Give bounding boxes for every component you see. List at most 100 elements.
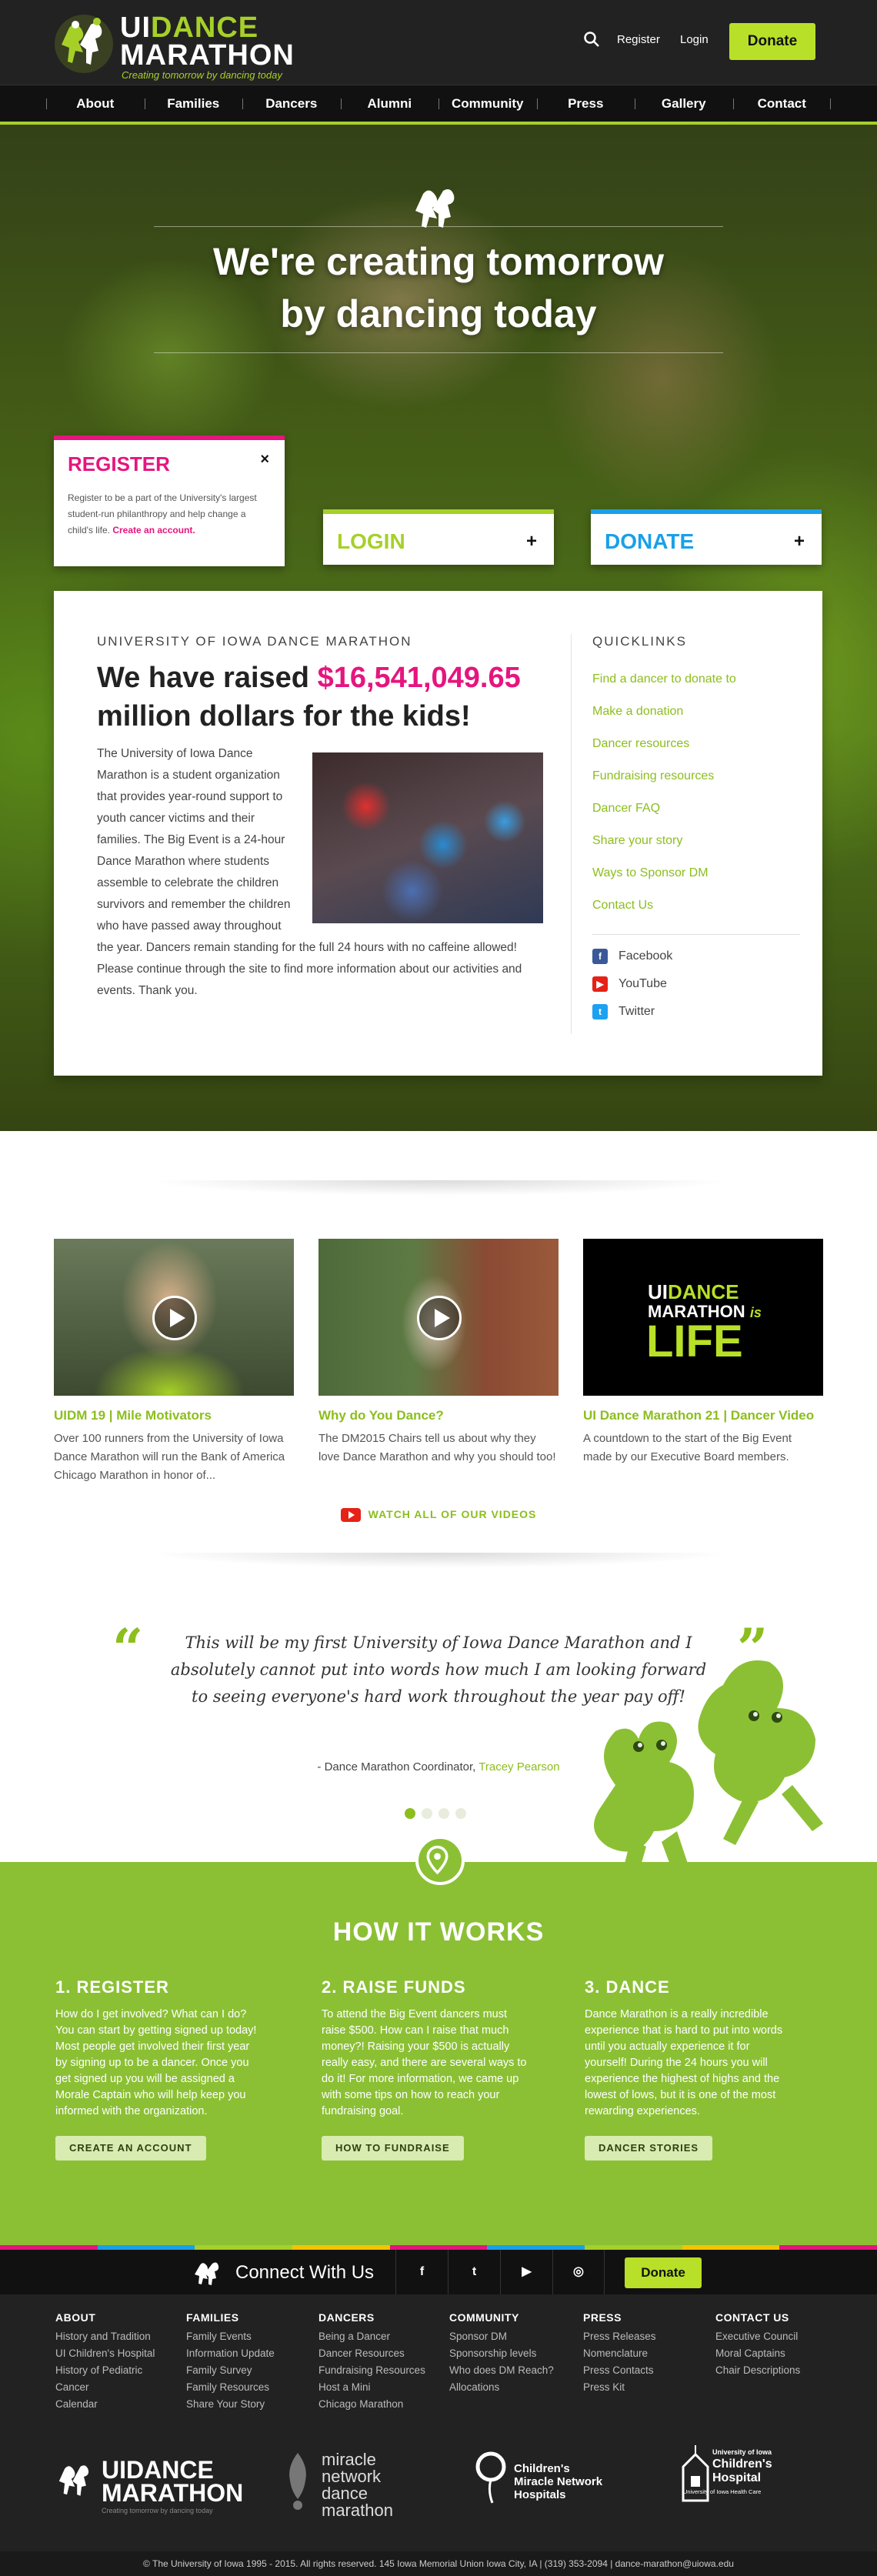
quicklink-contact-us[interactable]: Contact Us (592, 889, 800, 922)
nav-contact[interactable]: Contact (732, 96, 832, 112)
footer-link[interactable]: UI Children's Hospital (55, 2345, 178, 2362)
footer-link[interactable]: Information Update (186, 2345, 309, 2362)
footer-link[interactable]: Chicago Marathon (318, 2396, 442, 2413)
uidm-footer-logo[interactable]: UIDANCE MARATHON Creating tomorrow by da… (52, 2438, 243, 2522)
carousel-dot[interactable] (405, 1808, 415, 1819)
footer-link[interactable]: Who does DM Reach? (449, 2362, 572, 2379)
register-card-text: Register to be a part of the University'… (68, 492, 257, 536)
connect-donate-button[interactable]: Donate (625, 2257, 702, 2288)
quicklink-dancer-resources[interactable]: Dancer resources (592, 728, 800, 760)
quicklink-sponsor-dm[interactable]: Ways to Sponsor DM (592, 857, 800, 889)
footer-link[interactable]: Host a Mini (318, 2379, 442, 2396)
quicklinks-divider (592, 934, 800, 935)
miracle-network-dance-marathon-logo[interactable]: miracle network dance marathon (285, 2438, 438, 2522)
quicklink-dancer-faq[interactable]: Dancer FAQ (592, 792, 800, 825)
quicklink-share-story[interactable]: Share your story (592, 825, 800, 857)
nav-community[interactable]: Community (438, 96, 537, 112)
nav-alumni[interactable]: Alumni (340, 96, 439, 112)
footer-link[interactable]: Chair Descriptions (715, 2362, 839, 2379)
video-card[interactable]: UIDANCE MARATHON is LIFE UI Dance Marath… (583, 1239, 823, 1467)
dancer-stories-button[interactable]: DANCER STORIES (585, 2136, 713, 2161)
nav-gallery[interactable]: Gallery (635, 96, 733, 112)
close-icon[interactable]: × (260, 451, 269, 469)
facebook-icon[interactable]: f (395, 2250, 448, 2294)
hero-divider-top (154, 226, 723, 227)
instagram-icon[interactable]: ◎ (552, 2250, 605, 2294)
social-facebook[interactable]: f Facebook (592, 943, 800, 970)
twitter-icon[interactable]: t (448, 2250, 500, 2294)
social-youtube[interactable]: ▶ YouTube (592, 970, 800, 998)
quicklink-find-dancer[interactable]: Find a dancer to donate to (592, 663, 800, 696)
play-icon[interactable] (152, 1296, 197, 1340)
footer-link[interactable]: Family Events (186, 2328, 309, 2345)
footer-link[interactable]: Family Survey (186, 2362, 309, 2379)
create-account-link[interactable]: Create an account. (112, 525, 195, 536)
footer-link[interactable]: Fundraising Resources (318, 2362, 442, 2379)
carousel-dot[interactable] (422, 1808, 432, 1819)
footer-link[interactable]: Sponsor DM (449, 2328, 572, 2345)
donate-card[interactable]: DONATE + (591, 509, 822, 565)
ui-childrens-hospital-logo[interactable]: University of Iowa Children's Hospital Un… (680, 2438, 795, 2522)
footer-link[interactable]: History of Pediatric Cancer (55, 2362, 178, 2396)
footer-link[interactable]: Press Releases (583, 2328, 706, 2345)
site-logo[interactable]: UIDANCE MARATHON Creating tomorrow by da… (52, 9, 298, 81)
footer-link[interactable]: Dancer Resources (318, 2345, 442, 2362)
nav-about[interactable]: About (46, 96, 145, 112)
video-logo-title: UIDANCE (648, 1280, 739, 1303)
video-logo-life: LIFE (646, 1316, 743, 1366)
video-thumbnail[interactable] (54, 1239, 294, 1396)
video-title[interactable]: UIDM 19 | Mile Motivators (54, 1408, 294, 1423)
flame-icon (289, 2453, 306, 2510)
youtube-icon[interactable]: ▶ (500, 2250, 552, 2294)
carousel-dot[interactable] (455, 1808, 466, 1819)
register-link[interactable]: Register (617, 33, 660, 46)
footer-link[interactable]: Press Kit (583, 2379, 706, 2396)
footer-link[interactable]: Family Resources (186, 2379, 309, 2396)
footer-link[interactable]: Allocations (449, 2379, 572, 2396)
footer-link[interactable]: Executive Council (715, 2328, 839, 2345)
raised-amount: $16,541,049.65 (317, 662, 521, 694)
connect-bar: Connect With Us f t ▶ ◎ Donate (0, 2250, 877, 2294)
quicklink-fundraising-resources[interactable]: Fundraising resources (592, 760, 800, 792)
expand-plus-icon[interactable]: + (526, 531, 537, 552)
footer-link[interactable]: Press Contacts (583, 2362, 706, 2379)
quicklink-make-donation[interactable]: Make a donation (592, 696, 800, 728)
facebook-icon: f (592, 949, 608, 964)
play-icon[interactable] (417, 1296, 462, 1340)
video-title[interactable]: Why do You Dance? (318, 1408, 559, 1423)
carousel-dot[interactable] (438, 1808, 449, 1819)
nav-press[interactable]: Press (536, 96, 635, 112)
step-text: To attend the Big Event dancers must rai… (322, 2008, 527, 2117)
footer-link[interactable]: Share Your Story (186, 2396, 309, 2413)
social-twitter[interactable]: t Twitter (592, 998, 800, 1026)
create-account-button[interactable]: CREATE AN ACCOUNT (55, 2136, 206, 2161)
nav-dancers[interactable]: Dancers (242, 96, 341, 112)
search-icon[interactable] (583, 31, 600, 48)
footer-link[interactable]: Sponsorship levels (449, 2345, 572, 2362)
video-card[interactable]: Why do You Dance? The DM2015 Chairs tell… (318, 1239, 559, 1467)
connect-title: Connect With Us (235, 2262, 375, 2283)
footer-link[interactable]: Calendar (55, 2396, 178, 2413)
footer-heading: ABOUT (55, 2311, 96, 2324)
video-card[interactable]: UIDM 19 | Mile Motivators Over 100 runne… (54, 1239, 294, 1485)
testimonial-author-link[interactable]: Tracey Pearson (479, 1760, 559, 1774)
video-thumbnail[interactable] (318, 1239, 559, 1396)
step-raise-funds: 2. RAISE FUNDS To attend the Big Event d… (322, 1977, 528, 2120)
login-card[interactable]: LOGIN + (323, 509, 554, 565)
footer-link[interactable]: History and Tradition (55, 2328, 178, 2345)
video-thumbnail[interactable]: UIDANCE MARATHON is LIFE (583, 1239, 823, 1396)
how-to-fundraise-button[interactable]: HOW TO FUNDRAISE (322, 2136, 464, 2161)
watch-all-videos-link[interactable]: WATCH ALL OF OUR VIDEOS (0, 1508, 877, 1523)
hero-section: We're creating tomorrow by dancing today … (0, 125, 877, 1131)
ui-logo-title: Children's Hospital (712, 2458, 772, 2484)
cmn-hospitals-logo[interactable]: Children's Miracle Network Hospitals (475, 2438, 629, 2522)
login-link[interactable]: Login (680, 33, 709, 46)
youtube-icon: ▶ (592, 976, 608, 992)
header-donate-button[interactable]: Donate (729, 23, 815, 60)
footer-link[interactable]: Nomenclature (583, 2345, 706, 2362)
expand-plus-icon[interactable]: + (794, 531, 805, 552)
video-title[interactable]: UI Dance Marathon 21 | Dancer Video (583, 1408, 823, 1423)
footer-link[interactable]: Being a Dancer (318, 2328, 442, 2345)
footer-link[interactable]: Moral Captains (715, 2345, 839, 2362)
nav-families[interactable]: Families (144, 96, 243, 112)
